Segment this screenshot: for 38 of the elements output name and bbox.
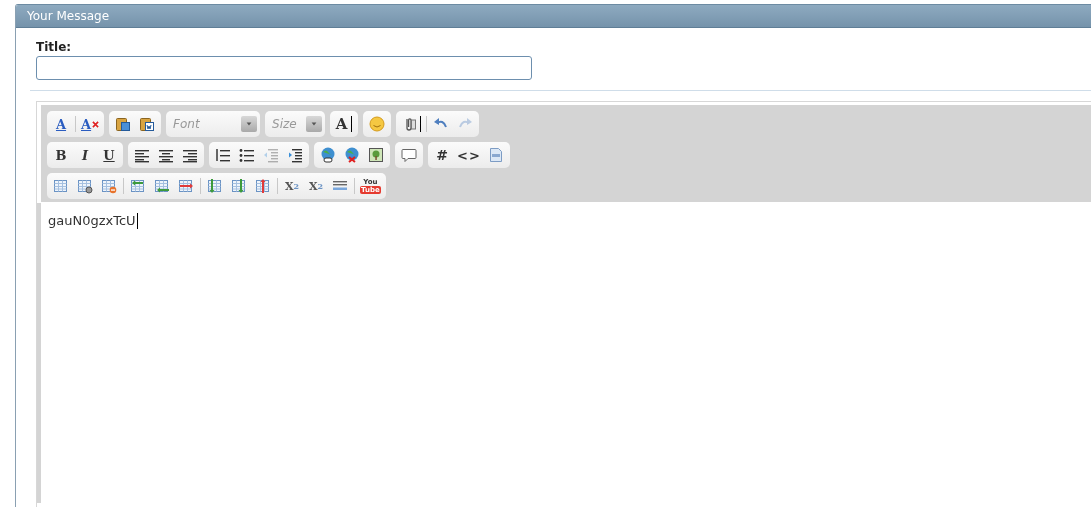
table-insert-icon xyxy=(130,178,146,194)
align-right-icon xyxy=(182,147,198,163)
table-insert-icon xyxy=(231,178,247,194)
image-icon xyxy=(368,147,384,163)
panel-title: Your Message xyxy=(16,5,1091,28)
table-settings-icon xyxy=(77,178,93,194)
bold-button[interactable]: B xyxy=(50,144,72,166)
globe-unlink-icon xyxy=(344,147,360,163)
smiley-icon xyxy=(369,116,386,132)
text-caret xyxy=(136,213,138,229)
table-delete-icon xyxy=(101,178,117,194)
paste-icon xyxy=(115,116,132,132)
paste-icon xyxy=(139,116,156,132)
title-label: Title: xyxy=(36,40,73,54)
table-insert-icon xyxy=(207,178,223,194)
php-file-icon xyxy=(487,147,504,163)
numbered-list-icon xyxy=(215,147,231,163)
align-center-icon xyxy=(158,147,174,163)
close-icon xyxy=(92,120,100,128)
speech-bubble-icon xyxy=(401,147,417,163)
table-delete-icon xyxy=(178,178,194,194)
font-color-button[interactable]: A xyxy=(333,113,356,135)
globe-link-icon xyxy=(320,147,336,163)
indent-icon xyxy=(287,147,303,163)
outdent-icon xyxy=(263,147,279,163)
hash-button[interactable]: # xyxy=(431,144,453,166)
italic-button[interactable]: I xyxy=(74,144,96,166)
align-left-icon xyxy=(134,147,150,163)
code-button[interactable]: <> xyxy=(455,144,483,166)
title-field[interactable] xyxy=(36,56,532,80)
message-text: gauN0gzxTcU xyxy=(48,213,136,228)
table-insert-icon xyxy=(154,178,170,194)
remove-format-button[interactable]: A xyxy=(79,113,102,135)
text-style-button[interactable]: A xyxy=(50,113,72,135)
table-delete-icon xyxy=(255,178,271,194)
underline-button[interactable]: U xyxy=(98,144,120,166)
bullet-list-icon xyxy=(239,147,255,163)
table-icon xyxy=(53,178,69,194)
